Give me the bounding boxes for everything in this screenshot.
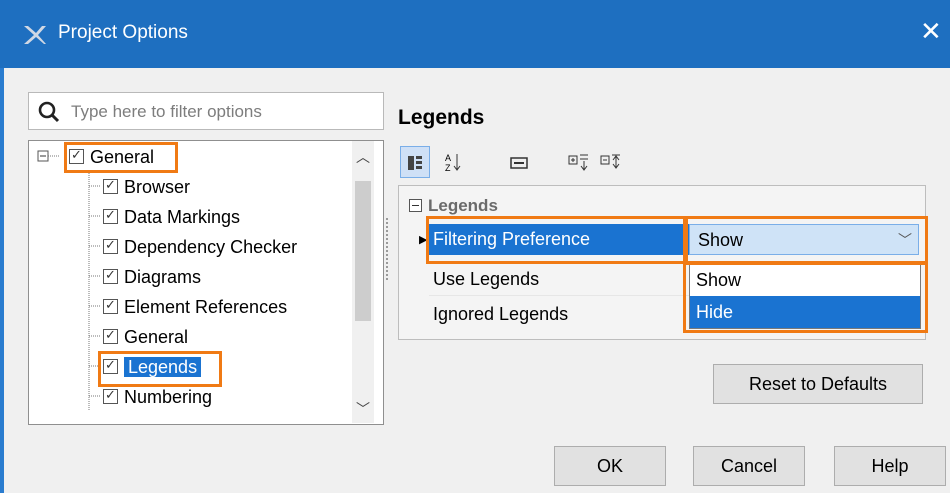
highlight-dropdown	[683, 262, 928, 333]
expand-all-icon[interactable]	[564, 146, 594, 178]
tree-item-label: Browser	[124, 177, 191, 197]
tree-item-label: Numbering	[124, 387, 213, 407]
splitter-handle[interactable]	[386, 218, 391, 280]
collapse-all-icon[interactable]	[596, 146, 626, 178]
tree-item-label: Diagrams	[124, 267, 202, 287]
category-label: Legends	[428, 196, 498, 215]
checkbox-icon[interactable]	[103, 176, 118, 194]
tree-item-dependency-checker[interactable]: Dependency Checker	[103, 232, 297, 262]
cancel-button[interactable]: Cancel	[693, 446, 805, 486]
checkbox-icon[interactable]	[103, 266, 118, 284]
scroll-up-icon[interactable]: ︿	[356, 147, 370, 167]
tree-item-diagrams[interactable]: Diagrams	[103, 262, 201, 292]
tree-lines	[37, 150, 101, 411]
collapse-icon[interactable]	[409, 199, 422, 212]
tree-item-element-references[interactable]: Element References	[103, 292, 287, 322]
tree-item-browser[interactable]: Browser	[103, 172, 190, 202]
tree-item-label: General	[124, 327, 189, 347]
tree-item-label: Element References	[124, 297, 288, 317]
checkbox-icon[interactable]	[103, 386, 118, 404]
prop-name: Ignored Legends	[433, 304, 569, 324]
search-input[interactable]: Type here to filter options	[28, 92, 384, 130]
checkbox-icon[interactable]	[103, 326, 118, 344]
highlight-general	[64, 142, 178, 173]
svg-text:A: A	[445, 153, 451, 163]
sort-alphabetical-icon[interactable]: AZ	[438, 146, 468, 178]
scroll-thumb[interactable]	[355, 181, 371, 321]
tree-scrollbar[interactable]: ︿ ﹀	[352, 141, 374, 423]
tree-item-label: Dependency Checker	[124, 237, 298, 257]
highlight-filtering-preference	[426, 216, 688, 264]
window-title: Project Options	[58, 22, 188, 43]
tree-item-label: Data Markings	[124, 207, 241, 227]
help-button[interactable]: Help	[834, 446, 946, 486]
app-icon	[24, 26, 46, 44]
search-icon	[38, 101, 60, 123]
tree-item-general[interactable]: General	[103, 322, 188, 352]
options-tree[interactable]: General Browser Data Markings Dependency…	[28, 140, 384, 425]
ok-button[interactable]: OK	[554, 446, 666, 486]
svg-text:Z: Z	[445, 163, 451, 172]
close-icon[interactable]: ✕	[920, 18, 942, 44]
scroll-down-icon[interactable]: ﹀	[356, 399, 370, 419]
checkbox-icon[interactable]	[103, 206, 118, 224]
search-placeholder: Type here to filter options	[71, 102, 262, 121]
window-border	[0, 68, 4, 493]
categorized-view-icon[interactable]	[400, 146, 430, 178]
reset-to-defaults-button[interactable]: Reset to Defaults	[713, 364, 923, 404]
description-icon[interactable]	[504, 146, 534, 178]
page-title: Legends	[398, 106, 485, 129]
highlight-legends	[98, 351, 222, 387]
title-bar: Project Options ✕	[0, 0, 950, 68]
checkbox-icon[interactable]	[103, 236, 118, 254]
checkbox-icon[interactable]	[103, 296, 118, 314]
category-legends[interactable]: Legends	[409, 196, 498, 216]
tree-item-data-markings[interactable]: Data Markings	[103, 202, 240, 232]
highlight-filtering-value	[683, 216, 928, 264]
prop-name: Use Legends	[433, 269, 540, 289]
